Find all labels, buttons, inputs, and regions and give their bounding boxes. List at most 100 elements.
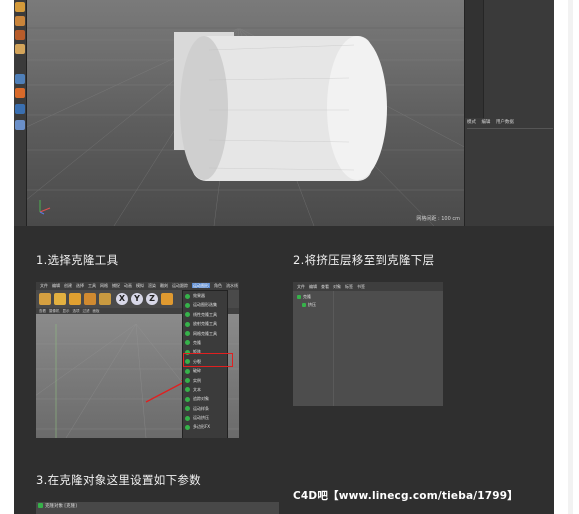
x-axis-button[interactable]: X (116, 293, 128, 305)
radial-clone-icon (185, 321, 190, 327)
scale-tool-icon[interactable] (69, 293, 81, 305)
add-tool-icon[interactable] (99, 293, 111, 305)
dropdown-item[interactable]: 效果器 (183, 291, 227, 300)
dropdown-item[interactable]: 破碎 (183, 366, 227, 375)
dropdown-label: 破碎 (193, 368, 201, 374)
dropdown-item[interactable]: 网格克隆工具 (183, 329, 227, 338)
layer-column (465, 0, 484, 118)
dropdown-label: 效果器 (193, 293, 205, 298)
move-tool-icon[interactable] (54, 293, 66, 305)
dropdown-item-cloner[interactable]: 克隆 (183, 338, 227, 347)
tool-icon[interactable] (15, 30, 25, 40)
dropdown-item[interactable]: 实例 (183, 376, 227, 385)
tool-icon[interactable] (15, 88, 25, 98)
tool-icon[interactable] (15, 74, 25, 84)
menu-item[interactable]: 对象 (333, 284, 341, 289)
voronoi-icon (185, 368, 190, 374)
grid-spacing-readout: 网格间距 : 100 cm (416, 216, 460, 222)
y-axis-button[interactable]: Y (131, 293, 143, 305)
tab-edit[interactable]: 编辑 (481, 120, 490, 125)
column-divider (333, 291, 334, 406)
view-menu-item[interactable]: 过滤 (83, 309, 90, 313)
text-icon (185, 387, 190, 393)
object-row-extrude[interactable]: 挤压 (302, 302, 316, 308)
step-2-screenshot: 文件 编辑 查看 对象 标签 书签 克隆 挤压 (293, 282, 443, 406)
menu-item[interactable]: 创建 (64, 283, 72, 288)
dropdown-item[interactable]: 运动挤压 (183, 413, 227, 422)
linear-clone-icon (185, 312, 190, 318)
dropdown-item[interactable]: 运动样条 (183, 404, 227, 413)
menu-item-mograph[interactable]: 运动图形 (192, 283, 210, 288)
view-menu-item[interactable]: 摄像机 (49, 309, 60, 313)
viewport-left-toolbar (14, 0, 27, 226)
mospline-icon (185, 406, 190, 412)
menu-item[interactable]: 网格 (100, 283, 108, 288)
object-row-cloner[interactable]: 克隆 (297, 294, 311, 300)
step-3-screenshot: 克隆对象 [克隆] (36, 502, 279, 514)
dropdown-label: 线性克隆工具 (193, 311, 217, 317)
menu-item[interactable]: 书签 (357, 284, 365, 289)
menu-item[interactable]: 流水线 (226, 283, 238, 288)
z-axis-button[interactable]: Z (146, 293, 158, 305)
menu-item[interactable]: 渲染 (148, 283, 156, 288)
menu-item[interactable]: 文件 (297, 284, 305, 289)
menu-item[interactable]: 模拟 (136, 283, 144, 288)
menu-bar: 文件编辑创建选择工具网格捕捉动画模拟渲染雕刻运动跟踪运动图形角色流水线插件脚本窗… (36, 282, 239, 290)
menu-item[interactable]: 动画 (124, 283, 132, 288)
view-menu-item[interactable]: 面板 (93, 309, 100, 313)
instance-icon (185, 378, 190, 384)
tool-icon[interactable] (15, 104, 25, 114)
menu-item[interactable]: 选择 (76, 283, 84, 288)
menu-item[interactable]: 查看 (321, 284, 329, 289)
view-menu-item[interactable]: 显示 (63, 309, 70, 313)
tool-icon[interactable] (15, 2, 25, 12)
menu-item[interactable]: 文件 (40, 283, 48, 288)
dropdown-item[interactable]: 多边形FX (183, 422, 227, 431)
menu-item[interactable]: 编辑 (52, 283, 60, 288)
page-scrollbar[interactable] (568, 0, 573, 514)
c4d-viewport: 网格间距 : 100 cm (14, 0, 464, 226)
menu-item[interactable]: 雕刻 (160, 283, 168, 288)
effector-icon (185, 293, 190, 299)
tab-user-data[interactable]: 用户数据 (496, 120, 514, 125)
dropdown-label: 网格克隆工具 (193, 330, 217, 336)
tracer-icon (185, 396, 190, 402)
menu-item[interactable]: 编辑 (309, 284, 317, 289)
menu-item[interactable]: 角色 (214, 283, 222, 288)
object-name: 克隆 (303, 294, 311, 299)
select-tool-icon[interactable] (39, 293, 51, 305)
menu-item[interactable]: 运动跟踪 (172, 283, 188, 288)
dropdown-label: 追踪对象 (193, 396, 209, 402)
rotate-tool-icon[interactable] (84, 293, 96, 305)
dropdown-item[interactable]: 文本 (183, 385, 227, 394)
dropdown-item[interactable]: 放射克隆工具 (183, 319, 227, 328)
cloner-icon (297, 295, 301, 299)
dropdown-item[interactable]: 运动图形选集 (183, 300, 227, 309)
menu-item[interactable]: 标签 (345, 284, 353, 289)
menu-item[interactable]: 工具 (88, 283, 96, 288)
dropdown-label: 运动挤压 (193, 415, 209, 421)
extrude-icon (302, 303, 306, 307)
menu-item[interactable]: 捕捉 (112, 283, 120, 288)
tool-icon[interactable] (15, 120, 25, 130)
dropdown-label: 文本 (193, 386, 201, 392)
dropdown-item[interactable]: 线性克隆工具 (183, 310, 227, 319)
attribute-header: 克隆对象 [克隆] (38, 503, 77, 509)
view-menu-item[interactable]: 查看 (39, 309, 46, 313)
tool-icon[interactable] (15, 16, 25, 26)
grid-clone-icon (185, 331, 190, 337)
dropdown-label: 实例 (193, 377, 201, 383)
dropdown-item[interactable]: 追踪对象 (183, 394, 227, 403)
selection-icon (185, 302, 190, 308)
step-3-title: 3.在克隆对象这里设置如下参数 (36, 473, 201, 487)
moextrude-icon (185, 415, 190, 421)
coord-icon[interactable] (161, 293, 173, 305)
tab-mode[interactable]: 模式 (467, 120, 476, 125)
dropdown-label: 运动图形选集 (193, 302, 217, 308)
tool-icon[interactable] (15, 44, 25, 54)
view-menu-item[interactable]: 选项 (73, 309, 80, 313)
step-1-screenshot: 文件编辑创建选择工具网格捕捉动画模拟渲染雕刻运动跟踪运动图形角色流水线插件脚本窗… (36, 282, 239, 438)
attribute-header-label: 克隆对象 [克隆] (45, 504, 77, 509)
grid-floor (14, 27, 464, 226)
object-manager-menu: 文件 编辑 查看 对象 标签 书签 (293, 282, 443, 291)
